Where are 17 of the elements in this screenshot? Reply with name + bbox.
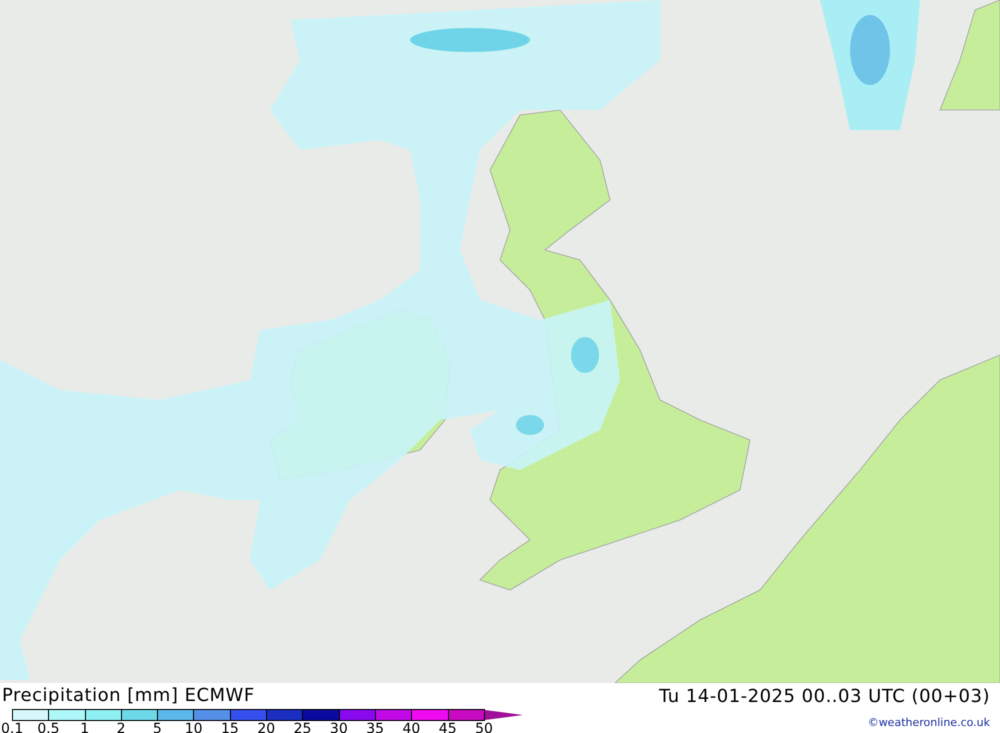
scale-label: 2 [116,721,126,733]
scale-label: 1 [79,721,90,733]
scale-label: 40 [402,721,422,733]
valid-time: Tu 14-01-2025 00..03 UTC (00+03) [658,687,990,707]
scale-label: 30 [328,721,349,733]
scale-label: 45 [438,721,458,733]
scale-label: 20 [256,721,276,733]
scale-label: 35 [365,721,386,733]
scale-label: 0.1 [0,721,24,733]
scale-label: 10 [184,721,204,733]
scale-label: 5 [152,721,163,733]
credit-link[interactable]: ©weatheronline.co.uk [868,716,990,729]
scale-label: 50 [474,721,494,733]
scale-label: 15 [220,721,240,733]
scale-label: 25 [292,721,312,733]
scale-label: 0.5 [36,721,61,733]
map-title: Precipitation [mm] ECMWF [1,686,256,706]
